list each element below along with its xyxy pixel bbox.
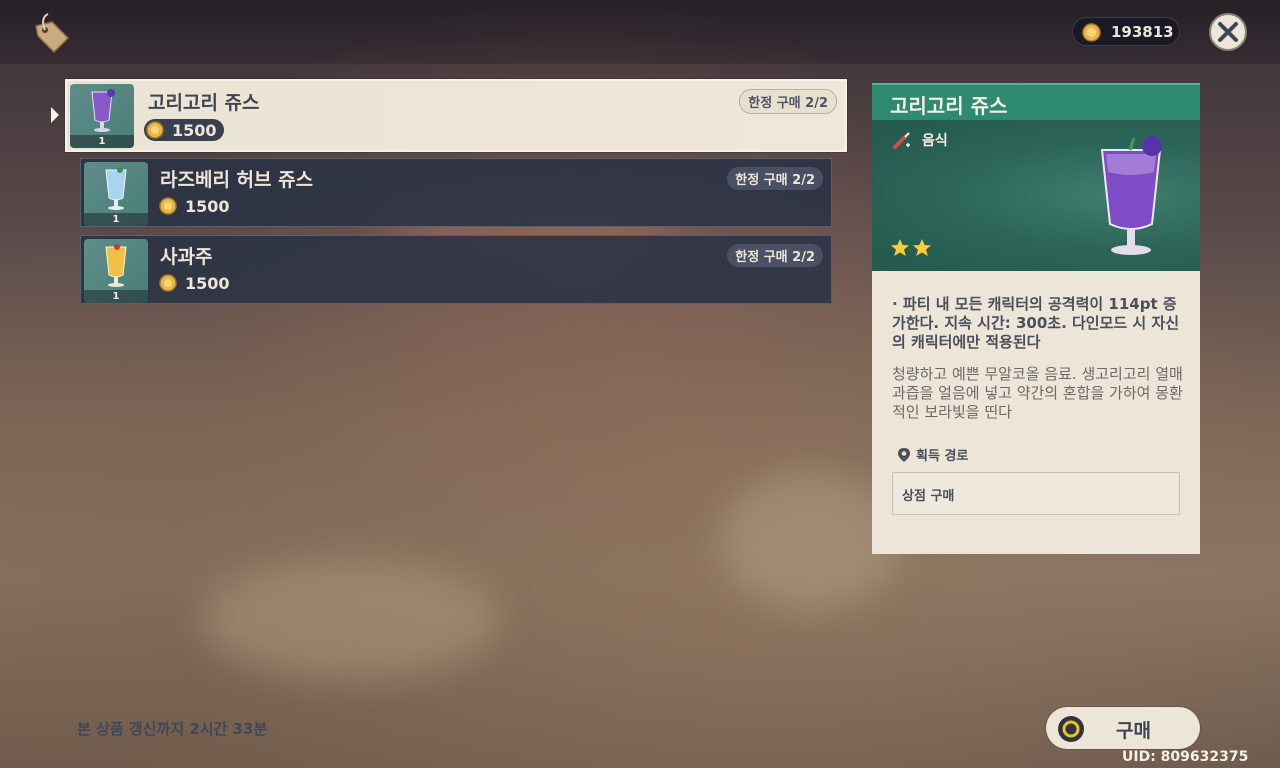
item-price-value: 1500 xyxy=(185,274,230,293)
buy-button[interactable]: 구매 xyxy=(1046,707,1200,749)
item-name: 고리고리 쥬스 xyxy=(148,92,260,114)
food-category-icon xyxy=(892,130,912,154)
item-thumbnail: 1 xyxy=(84,162,148,226)
purple-drink-icon xyxy=(91,89,115,132)
apple-cider-icon xyxy=(105,244,127,287)
item-name: 사과주 xyxy=(160,246,213,268)
detail-banner: 음식 xyxy=(872,120,1200,271)
source-heading: 획득 경로 xyxy=(898,445,968,464)
detail-title: 고리고리 쥬스 xyxy=(890,94,1008,118)
item-price: 1500 xyxy=(144,119,224,141)
purchase-limit-badge: 한정 구매 2/2 xyxy=(727,244,823,267)
refresh-timer-note: 본 상품 갱신까지 2시간 33분 xyxy=(77,720,268,738)
detail-header: 고리고리 쥬스 xyxy=(872,83,1200,120)
item-price-value: 1500 xyxy=(185,197,230,216)
item-detail-panel: 고리고리 쥬스 음식 · 파티 내 모든 캐릭터의 공격력이 114pt 증가한… xyxy=(872,83,1200,554)
item-price-value: 1500 xyxy=(172,121,217,140)
shop-item-row[interactable]: 1 사과주 1500 한정 구매 2/2 xyxy=(80,235,832,304)
price-tag-icon xyxy=(30,12,72,54)
confirm-circle-icon xyxy=(1057,715,1085,747)
item-qty: 1 xyxy=(84,213,148,226)
uid-label: UID: 809632375 xyxy=(1122,749,1249,765)
buy-button-label: 구매 xyxy=(1116,720,1151,742)
currency-display: 193813 xyxy=(1072,17,1180,46)
detail-effect-text: · 파티 내 모든 캐릭터의 공격력이 114pt 증가한다. 지속 시간: 3… xyxy=(892,295,1180,351)
mora-coin-icon xyxy=(159,197,177,219)
source-entry: 상점 구매 xyxy=(892,472,1180,515)
selection-arrow-icon xyxy=(51,107,59,127)
shop-item-row[interactable]: 1 라즈베리 허브 쥬스 1500 한정 구매 2/2 xyxy=(80,158,832,227)
location-pin-icon xyxy=(898,448,910,462)
purple-drink-large-icon xyxy=(1090,132,1172,262)
background-blur-2 xyxy=(200,560,500,680)
purchase-limit-badge: 한정 구매 2/2 xyxy=(739,89,837,114)
item-thumbnail: 1 xyxy=(70,84,134,148)
close-button[interactable] xyxy=(1209,13,1247,51)
rarity-stars xyxy=(890,238,934,262)
purchase-limit-badge: 한정 구매 2/2 xyxy=(727,167,823,190)
detail-type-label: 음식 xyxy=(922,133,948,149)
mora-coin-icon xyxy=(146,121,164,143)
mora-coin-icon xyxy=(1082,23,1101,46)
source-entry-text: 상점 구매 xyxy=(902,489,955,504)
close-icon xyxy=(1218,22,1238,42)
blue-drink-icon xyxy=(105,167,127,210)
item-qty: 1 xyxy=(70,135,134,148)
item-price: 1500 xyxy=(157,195,237,217)
item-price: 1500 xyxy=(157,272,237,294)
item-name: 라즈베리 허브 쥬스 xyxy=(160,169,314,191)
mora-coin-icon xyxy=(159,274,177,296)
detail-description: 청량하고 예쁜 무알코올 음료. 생고리고리 열매 과즙을 얼음에 넣고 약간의… xyxy=(892,365,1183,421)
source-heading-text: 획득 경로 xyxy=(916,449,969,464)
shop-item-row[interactable]: 1 고리고리 쥬스 1500 한정 구매 2/2 xyxy=(65,79,847,152)
item-qty: 1 xyxy=(84,290,148,303)
currency-value: 193813 xyxy=(1111,23,1174,41)
item-thumbnail: 1 xyxy=(84,239,148,303)
